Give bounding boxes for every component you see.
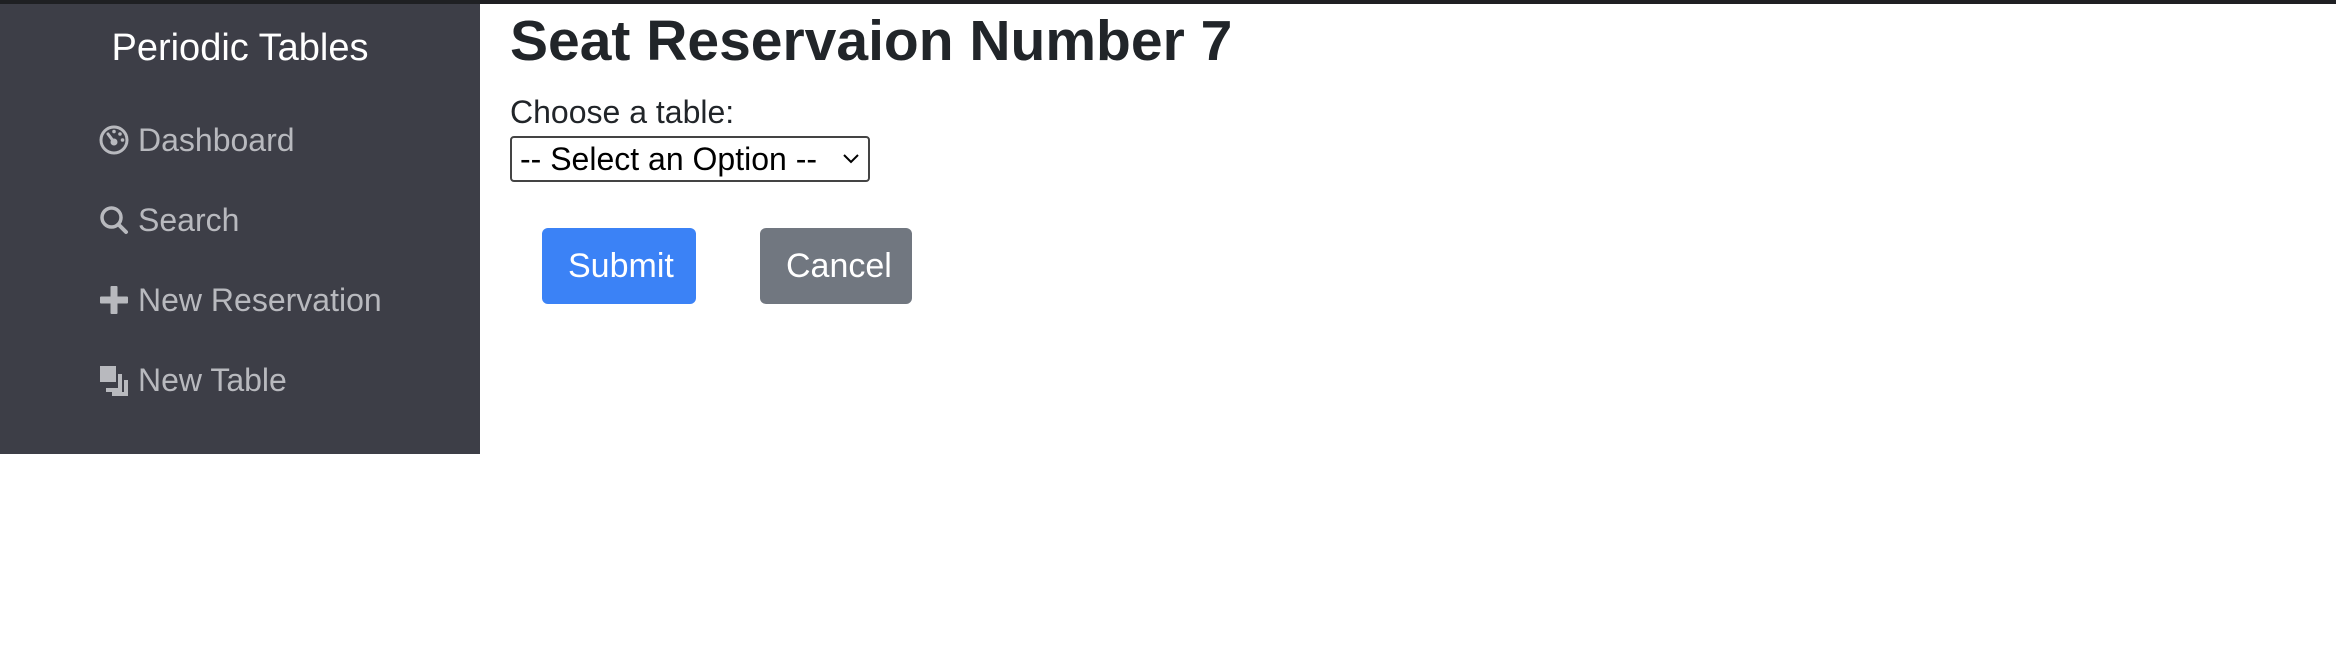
submit-button[interactable]: Submit (542, 228, 696, 304)
search-icon (96, 202, 132, 238)
plus-icon (96, 282, 132, 318)
form-actions: Submit Cancel (542, 228, 962, 304)
layers-icon (96, 362, 132, 398)
table-select[interactable]: -- Select an Option -- (510, 136, 870, 182)
dashboard-gauge-icon (96, 122, 132, 158)
sidebar-item-dashboard[interactable]: Dashboard (96, 100, 480, 180)
sidebar-item-new-reservation[interactable]: New Reservation (96, 260, 480, 340)
main-content: Seat Reservaion Number 7 Choose a table:… (510, 4, 1232, 182)
sidebar-nav: Dashboard Search New Reservation New Tab… (96, 100, 480, 420)
table-select-wrapper: -- Select an Option -- (510, 136, 870, 182)
sidebar-item-new-table[interactable]: New Table (96, 340, 480, 420)
sidebar-item-label: Search (138, 201, 240, 238)
brand-title[interactable]: Periodic Tables (0, 24, 480, 72)
sidebar: Periodic Tables Dashboard Search New Res… (0, 4, 480, 454)
cancel-button[interactable]: Cancel (760, 228, 912, 304)
sidebar-item-label: Dashboard (138, 121, 295, 158)
page-title: Seat Reservaion Number 7 (510, 9, 1233, 73)
table-select-label: Choose a table: (510, 94, 735, 130)
sidebar-item-label: New Table (138, 361, 287, 398)
sidebar-item-label: New Reservation (138, 281, 382, 318)
sidebar-item-search[interactable]: Search (96, 180, 480, 260)
